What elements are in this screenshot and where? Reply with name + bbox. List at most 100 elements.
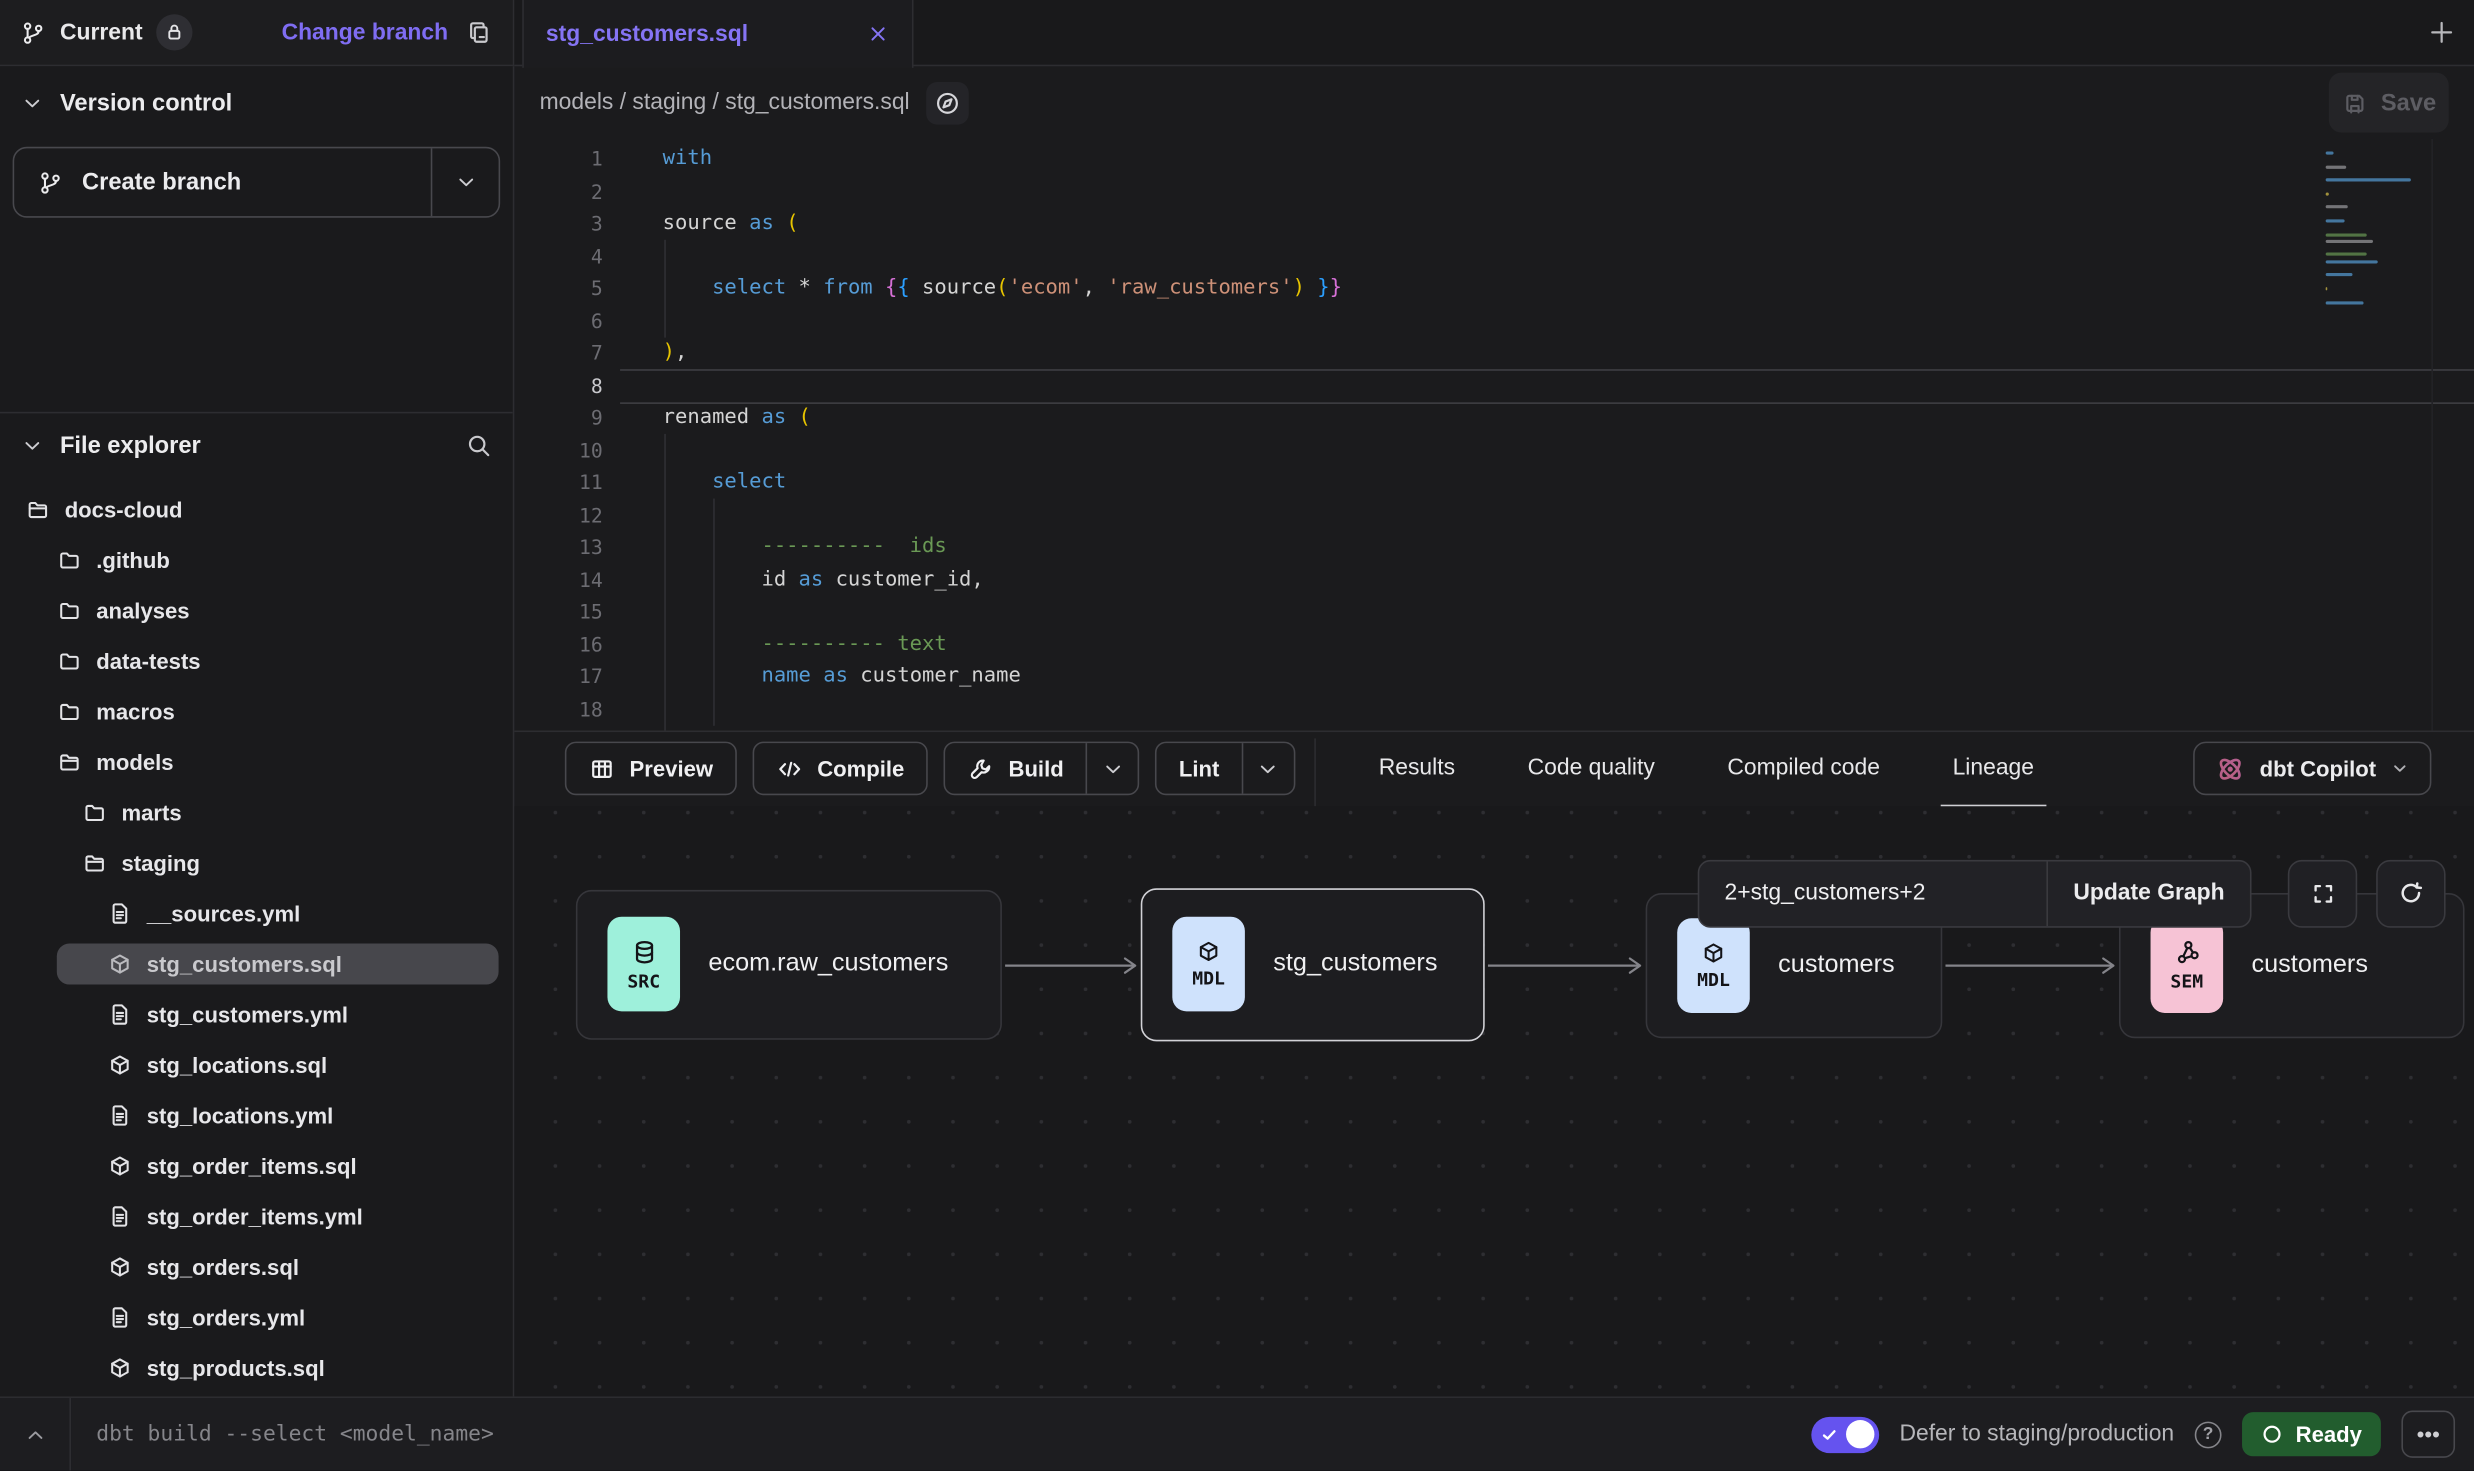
tab-compiled-code[interactable]: Compiled code	[1727, 731, 1880, 805]
compile-button-main[interactable]: Compile	[754, 743, 926, 793]
create-branch-main[interactable]: Create branch	[14, 148, 431, 216]
code-editor[interactable]: 123456789101112131415161718192021222324 …	[514, 139, 2474, 730]
tree-item-models[interactable]: models	[0, 737, 513, 787]
editor-scrollbar-track[interactable]	[2431, 139, 2433, 730]
tree-item-label: .github	[96, 547, 170, 572]
tree-item-label: staging	[121, 850, 200, 875]
version-control-header[interactable]: Version control	[0, 66, 513, 116]
defer-toggle[interactable]	[1811, 1416, 1879, 1452]
tree-item-stg-orders-yml[interactable]: stg_orders.yml	[0, 1292, 513, 1342]
copilot-compass-button[interactable]	[925, 81, 968, 124]
folder-icon	[57, 648, 82, 673]
tree-item-label: stg_order_items.sql	[147, 1153, 357, 1178]
file-explorer-section: File explorer docs-cloud .github analyses d…	[0, 412, 513, 1397]
search-icon[interactable]	[465, 432, 492, 459]
close-icon[interactable]	[866, 22, 890, 46]
main-panel: models / staging / stg_customers.sql Sav…	[514, 66, 2474, 1396]
tree-item-data-tests[interactable]: data-tests	[0, 636, 513, 686]
code-line-15	[663, 596, 1342, 628]
tree-item-stg-customers-sql[interactable]: stg_customers.sql	[0, 939, 513, 989]
command-input[interactable]: dbt build --select <model_name>	[96, 1422, 494, 1447]
lint-button[interactable]: Lint	[1155, 742, 1295, 796]
fullscreen-button[interactable]	[2288, 859, 2357, 927]
doc-icon	[107, 901, 132, 926]
tab-lineage[interactable]: Lineage	[1953, 731, 2034, 805]
tree-item-marts[interactable]: marts	[0, 787, 513, 837]
collapse-command-bar-button[interactable]	[0, 1398, 71, 1471]
build-dropdown-caret[interactable]	[1086, 743, 1138, 793]
chevron-down-icon	[1101, 757, 1125, 781]
node-type-badge: SRC	[607, 917, 680, 1012]
lock-icon	[163, 21, 187, 45]
cube-icon	[107, 1153, 132, 1178]
copilot-spark-icon	[2215, 753, 2245, 783]
chevron-down-icon[interactable]	[21, 434, 45, 458]
tree-item-label: stg_locations.sql	[147, 1052, 327, 1077]
tree-item-docs-cloud[interactable]: docs-cloud	[0, 484, 513, 534]
tree-item-stg-products-sql[interactable]: stg_products.sql	[0, 1343, 513, 1393]
tab-stg-customers-sql[interactable]: stg_customers.sql	[522, 0, 913, 68]
ready-label: Ready	[2296, 1422, 2362, 1447]
copy-icon[interactable]	[465, 19, 492, 46]
tab-results[interactable]: Results	[1379, 731, 1455, 805]
help-icon[interactable]: ?	[2195, 1421, 2222, 1448]
minimap[interactable]	[2326, 151, 2418, 314]
node-title: ecom.raw_customers	[708, 950, 948, 978]
folder-icon	[57, 699, 82, 724]
editor-toolbar: Preview Compile Build Lint Results Code qual…	[514, 730, 2474, 806]
folder-icon	[57, 598, 82, 623]
preview-button[interactable]: Preview	[565, 742, 737, 796]
build-button[interactable]: Build	[944, 742, 1140, 796]
compile-icon	[776, 755, 803, 782]
folder-icon	[57, 547, 82, 572]
tree-item-staging[interactable]: staging	[0, 838, 513, 888]
more-options-button[interactable]: •••	[2401, 1411, 2455, 1458]
ready-status-button[interactable]: Ready	[2242, 1412, 2381, 1456]
tree-item-label: stg_order_items.yml	[147, 1204, 363, 1229]
tree-item-macros[interactable]: macros	[0, 686, 513, 736]
new-tab-button[interactable]	[2427, 17, 2457, 47]
current-branch-label: Current	[60, 20, 143, 45]
refresh-button[interactable]	[2376, 859, 2445, 927]
tree-item-stg-orders-sql[interactable]: stg_orders.sql	[0, 1242, 513, 1292]
semantic-icon	[2172, 937, 2202, 967]
tree-item-stg-locations-yml[interactable]: stg_locations.yml	[0, 1090, 513, 1140]
save-button[interactable]: Save	[2329, 73, 2449, 133]
lineage-selector-input[interactable]: 2+stg_customers+2	[1699, 861, 2046, 926]
tree-item-label: analyses	[96, 598, 189, 623]
refresh-icon	[2397, 879, 2425, 907]
lineage-node-src-ecom-raw-customers[interactable]: SRC ecom.raw_customers	[576, 889, 1002, 1039]
code-line-17: name as customer_name	[663, 661, 1342, 693]
build-button-main[interactable]: Build	[945, 743, 1085, 793]
change-branch-link[interactable]: Change branch	[282, 20, 449, 45]
preview-icon	[589, 755, 616, 782]
node-type-badge: MDL	[1172, 917, 1245, 1012]
code-line-5: select * from {{ source('ecom', 'raw_cus…	[663, 273, 1342, 305]
compile-button[interactable]: Compile	[753, 742, 929, 796]
file-explorer-header[interactable]: File explorer	[0, 413, 513, 459]
tree-item--sources-yml[interactable]: __sources.yml	[0, 888, 513, 938]
git-branch-icon	[21, 20, 46, 45]
tree-item-stg-order-items-yml[interactable]: stg_order_items.yml	[0, 1191, 513, 1241]
tree-item-stg-customers-yml[interactable]: stg_customers.yml	[0, 989, 513, 1039]
tree-item--github[interactable]: .github	[0, 535, 513, 585]
folder-open-icon	[82, 850, 107, 875]
create-branch-button[interactable]: Create branch	[13, 147, 501, 218]
tree-item-analyses[interactable]: analyses	[0, 585, 513, 635]
sidebar: Version control Create branch File explo…	[0, 66, 514, 1396]
preview-button-main[interactable]: Preview	[566, 743, 735, 793]
compass-icon	[933, 89, 960, 116]
tab-code-quality[interactable]: Code quality	[1528, 731, 1655, 805]
lint-button-main[interactable]: Lint	[1157, 743, 1242, 793]
code-line-2	[663, 176, 1342, 208]
tree-item-stg-order-items-sql[interactable]: stg_order_items.sql	[0, 1141, 513, 1191]
chevron-down-icon	[2390, 759, 2409, 778]
dbt-copilot-button[interactable]: dbt Copilot	[2193, 742, 2431, 796]
chevron-down-icon[interactable]	[21, 92, 45, 116]
lineage-node-mdl-stg-customers[interactable]: MDLstg_customers	[1141, 888, 1485, 1041]
tree-item-stg-locations-sql[interactable]: stg_locations.sql	[0, 1040, 513, 1090]
update-graph-button[interactable]: Update Graph	[2046, 861, 2250, 926]
lint-dropdown-caret[interactable]	[1241, 743, 1293, 793]
create-branch-caret[interactable]	[431, 148, 499, 216]
tab-title: stg_customers.sql	[546, 21, 854, 46]
